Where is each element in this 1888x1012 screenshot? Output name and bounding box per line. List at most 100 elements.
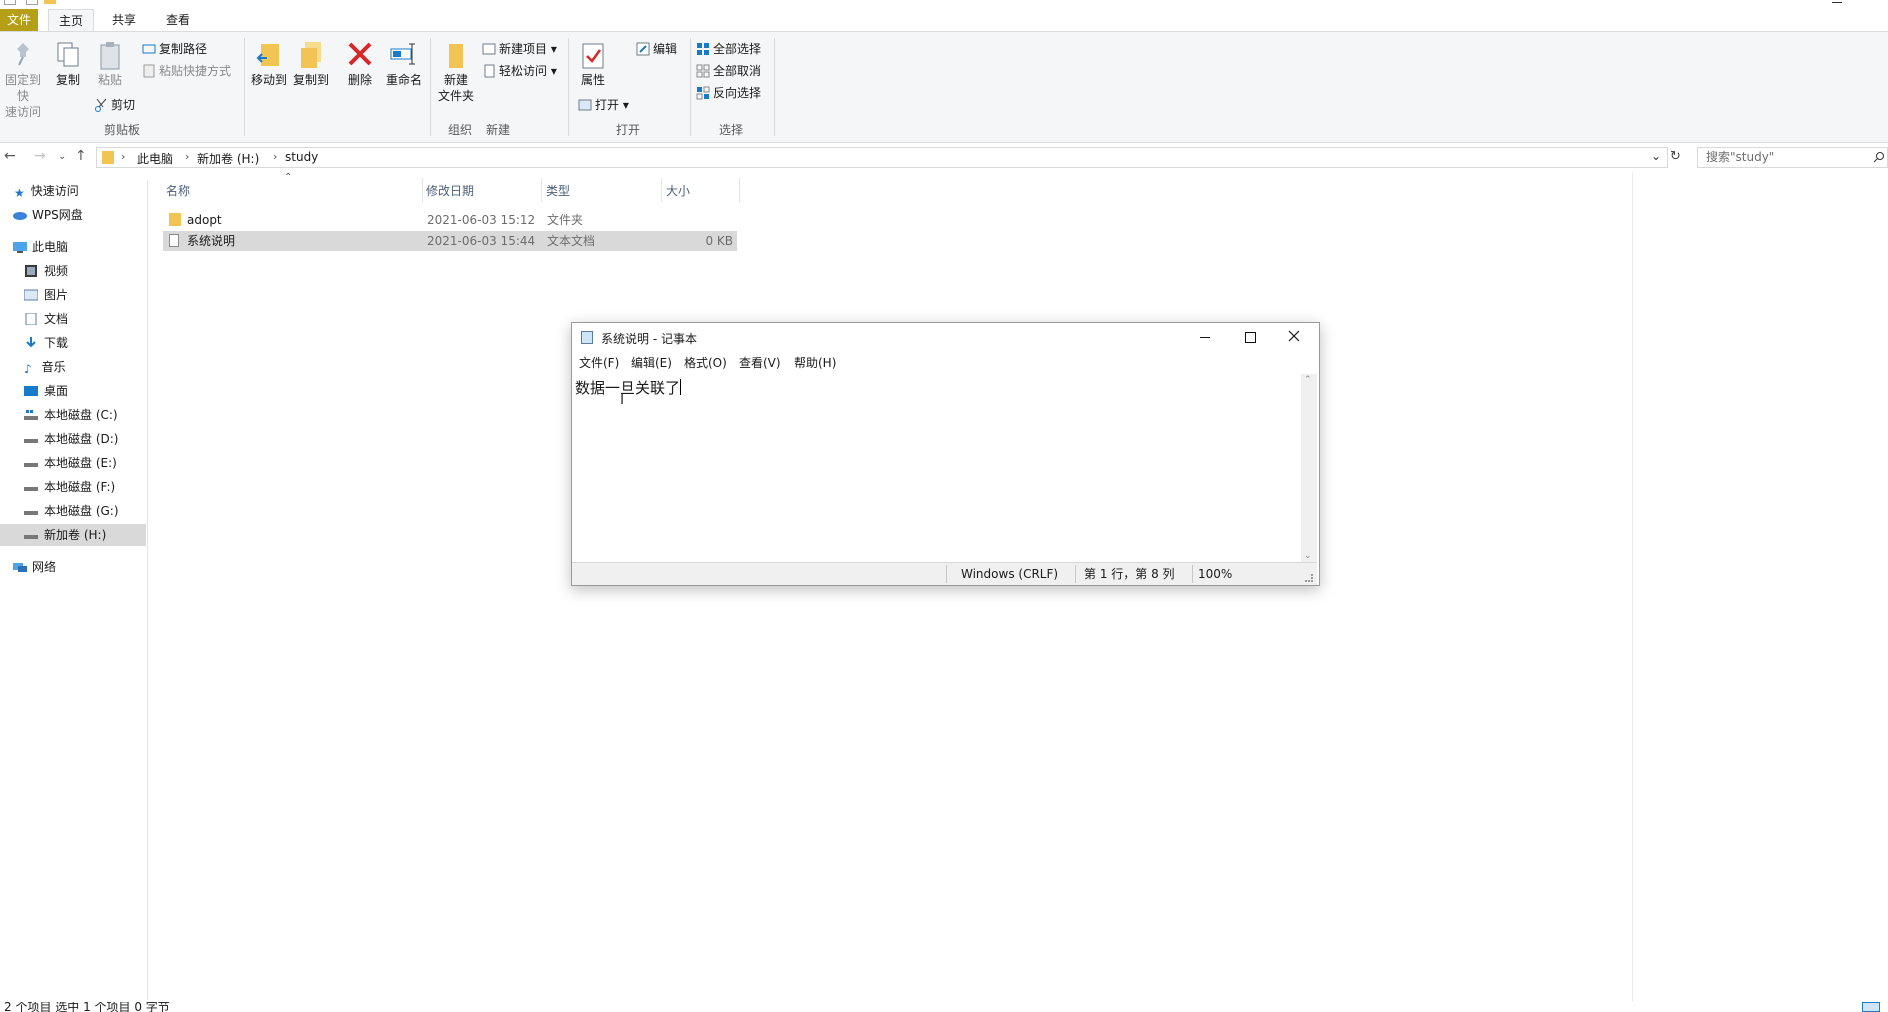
nav-wps[interactable]: WPS网盘 (12, 204, 83, 226)
menu-help[interactable]: 帮助(H) (794, 353, 836, 373)
nav-drive-g[interactable]: 本地磁盘 (G:) (24, 500, 119, 522)
nav-pictures[interactable]: 图片 (23, 284, 68, 306)
column-header-name[interactable]: 名称 (166, 182, 190, 200)
back-arrow-icon[interactable]: ← (4, 148, 16, 164)
details-view-icon[interactable] (1862, 1002, 1880, 1012)
nav-documents[interactable]: 文档 (24, 308, 68, 330)
scroll-up-icon[interactable]: ⌃ (1304, 375, 1312, 385)
nav-drive-d[interactable]: 本地磁盘 (D:) (24, 428, 118, 450)
tab-share[interactable]: 共享 (104, 9, 144, 31)
nav-drive-f[interactable]: 本地磁盘 (F:) (24, 476, 115, 498)
tab-home[interactable]: 主页 (48, 9, 94, 31)
easy-access-icon (482, 64, 496, 78)
file-row-adopt[interactable]: adopt 2021-06-03 15:12 文件夹 (163, 210, 737, 230)
search-icon[interactable] (1873, 150, 1885, 169)
nav-desktop[interactable]: 桌面 (24, 380, 68, 402)
notepad-text-area[interactable]: 数据一旦关联了 I (572, 374, 1301, 562)
refresh-icon[interactable]: ↻ (1670, 149, 1681, 164)
nav-videos[interactable]: 视频 (24, 260, 68, 282)
breadcrumb-this-pc[interactable]: 此电脑 (137, 150, 173, 167)
open-group-label: 打开 (615, 123, 640, 137)
easy-access-button[interactable]: 轻松访问 ▾ (482, 62, 557, 80)
file-size: 0 KB (705, 234, 733, 248)
menu-format[interactable]: 格式(O) (684, 353, 727, 373)
desktop-icon (24, 382, 38, 396)
nav-drive-h[interactable]: 新加卷 (H:) (0, 524, 146, 546)
notepad-titlebar[interactable]: 系统说明 - 记事本 (572, 323, 1317, 353)
forward-arrow-icon[interactable]: → (34, 148, 46, 164)
group-divider (244, 38, 245, 136)
group-divider (430, 38, 431, 136)
tab-file[interactable]: 文件 (0, 9, 38, 31)
up-arrow-icon[interactable]: ↑ (75, 148, 87, 164)
column-divider (541, 178, 542, 202)
recent-chevron-icon[interactable]: ⌄ (58, 151, 66, 162)
column-header-type[interactable]: 类型 (546, 182, 570, 200)
sort-chevron-icon: ⌃ (284, 172, 293, 183)
breadcrumb-chevron-icon[interactable]: › (185, 150, 189, 163)
address-dropdown-chevron-icon[interactable]: ⌄ (1651, 149, 1661, 163)
group-divider (774, 38, 775, 136)
notepad-content: 数据一旦关联了 (575, 379, 681, 397)
nav-downloads[interactable]: 下载 (24, 332, 68, 354)
nav-drive-e[interactable]: 本地磁盘 (E:) (24, 452, 117, 474)
breadcrumb-chevron-icon[interactable]: › (273, 150, 277, 163)
copy-path-button[interactable]: 复制路径 (142, 40, 207, 58)
copy-to-button[interactable]: 复制到 (292, 40, 330, 88)
column-header-size[interactable]: 大小 (666, 182, 690, 200)
breadcrumb-chevron-icon[interactable]: › (121, 150, 125, 163)
menu-view[interactable]: 查看(V) (739, 353, 781, 373)
status-divider (1075, 565, 1076, 583)
menu-file[interactable]: 文件(F) (579, 353, 619, 373)
notepad-vertical-scrollbar[interactable]: ⌃ ⌄ (1301, 374, 1317, 562)
music-icon: ♪ (24, 362, 32, 376)
drive-icon (24, 526, 38, 539)
search-box[interactable]: 搜索"study" (1697, 147, 1888, 168)
invert-selection-button[interactable]: 反向选择 (696, 84, 761, 102)
breadcrumb-drive-h[interactable]: 新加卷 (H:) (197, 150, 259, 167)
new-folder-button[interactable]: 新建 文件夹 (436, 40, 476, 104)
notepad-statusbar: Windows (CRLF) 第 1 行，第 8 列 100% (572, 562, 1317, 585)
column-divider (739, 178, 740, 202)
notepad-icon (581, 331, 593, 344)
address-bar[interactable]: › 此电脑 › 新加卷 (H:) › study ⌄ (96, 147, 1668, 168)
picture-icon (23, 286, 39, 301)
nav-label: 本地磁盘 (C:) (44, 408, 118, 422)
resize-grip-icon[interactable] (1305, 574, 1313, 582)
delete-button[interactable]: 删除 (344, 40, 376, 88)
minimize-icon[interactable] (1832, 2, 1842, 3)
copy-button[interactable]: 复制 (52, 40, 84, 88)
details-pane-divider[interactable] (1632, 172, 1633, 1002)
minimize-icon[interactable] (1200, 337, 1210, 338)
move-to-button[interactable]: 移动到 (250, 40, 288, 88)
nav-music[interactable]: ♪ 音乐 (24, 356, 66, 378)
paste-button[interactable]: 粘贴 (94, 40, 126, 88)
properties-button[interactable]: 属性 (574, 40, 612, 88)
nav-this-pc[interactable]: 此电脑 (12, 236, 68, 258)
edit-button[interactable]: 编辑 (636, 40, 677, 58)
copy-label: 复制 (55, 73, 80, 87)
file-row-system-notes[interactable]: 系统说明 2021-06-03 15:44 文本文档 0 KB (163, 231, 737, 251)
text-file-icon (169, 234, 179, 247)
quick-access-toolbar-icon[interactable] (4, 0, 16, 5)
maximize-icon[interactable] (1245, 332, 1256, 343)
column-header-modified[interactable]: 修改日期 (426, 182, 474, 200)
pin-to-quick-access-button[interactable]: 固定到快 速访问 (0, 40, 46, 120)
paste-shortcut-button[interactable]: 粘贴快捷方式 (142, 62, 231, 80)
rename-button[interactable]: 重命名 (384, 40, 424, 88)
select-none-button[interactable]: 全部取消 (696, 62, 761, 80)
nav-drive-c[interactable]: 本地磁盘 (C:) (24, 404, 118, 426)
tab-view[interactable]: 查看 (158, 9, 198, 31)
file-type: 文件夹 (547, 213, 584, 227)
copy-to-label: 复制到 (292, 73, 329, 87)
cut-button[interactable]: 剪切 (94, 96, 135, 114)
select-all-button[interactable]: 全部选择 (696, 40, 761, 58)
open-button[interactable]: 打开 ▾ (578, 96, 629, 114)
nav-quick-access[interactable]: ★ 快速访问 (14, 180, 79, 202)
new-item-button[interactable]: 新建项目 ▾ (482, 40, 557, 58)
scroll-down-icon[interactable]: ⌄ (1304, 551, 1312, 561)
breadcrumb-study[interactable]: study (285, 150, 318, 164)
close-icon[interactable] (1288, 330, 1300, 345)
nav-network[interactable]: 网络 (12, 556, 56, 578)
menu-edit[interactable]: 编辑(E) (631, 353, 672, 373)
